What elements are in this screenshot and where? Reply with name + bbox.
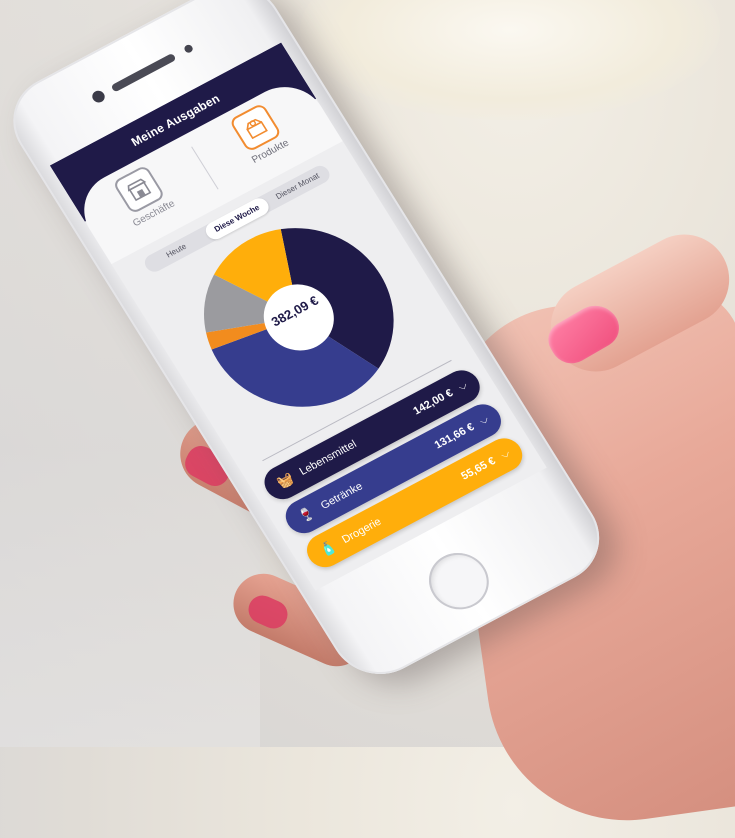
category-amount: 131,66 € bbox=[432, 421, 477, 452]
drugstore-icon: 🧴 bbox=[316, 538, 339, 559]
bottle-glass-icon: 🍷 bbox=[295, 504, 318, 525]
chevron-down-icon: ⌵ bbox=[455, 378, 470, 394]
chevron-down-icon: ⌵ bbox=[477, 412, 491, 428]
category-amount: 55,65 € bbox=[459, 455, 498, 483]
category-amount: 142,00 € bbox=[411, 387, 456, 418]
grocery-basket-icon: 🧺 bbox=[274, 470, 297, 491]
chevron-down-icon: ⌵ bbox=[498, 446, 513, 462]
